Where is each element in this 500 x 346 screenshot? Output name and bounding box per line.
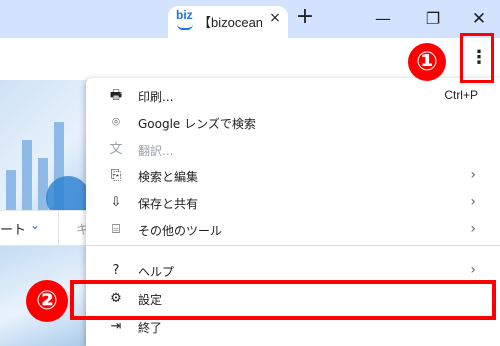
menu-item-more-tools[interactable]: ⌸ その他のツール › — [86, 217, 500, 243]
menu-item-translate[interactable]: 文 翻訳... — [86, 137, 500, 163]
menu-item-label: 保存と共有 — [138, 197, 199, 211]
chevron-right-icon: › — [470, 167, 476, 183]
translate-icon: 文 — [109, 142, 123, 157]
menu-item-print[interactable]: 🖶 印刷... Ctrl+P — [86, 83, 500, 109]
tab-close-icon[interactable]: × — [266, 9, 284, 27]
chevron-right-icon: › — [470, 262, 476, 278]
chevron-down-icon[interactable]: ⌄ — [30, 218, 40, 232]
menu-item-label: 検索と編集 — [138, 170, 199, 184]
step-2-badge: ② — [26, 280, 68, 322]
help-icon: ? — [112, 263, 120, 278]
settings-highlight-box — [70, 280, 496, 320]
nav-item-template[interactable]: ート — [0, 219, 26, 238]
favicon-text: biz — [176, 8, 193, 22]
menu-item-label: 印刷... — [138, 90, 174, 104]
maximize-button[interactable]: ❐ — [418, 5, 448, 33]
tab-title: 【bizocean — [198, 15, 262, 30]
google-lens-icon: ⌾ — [112, 115, 120, 130]
more-options-icon[interactable]: ⋮ — [470, 47, 488, 69]
toolbox-icon: ⌸ — [112, 222, 120, 237]
browser-tab[interactable]: biz 【bizocean × — [168, 6, 288, 38]
menu-item-label: ヘルプ — [138, 265, 175, 279]
menu-item-find-edit[interactable]: ⎘ 検索と編集 › — [86, 163, 500, 189]
printer-icon: 🖶 — [109, 88, 123, 103]
menu-item-label: 終了 — [138, 321, 163, 335]
menu-item-save-share[interactable]: ⇩ 保存と共有 › — [86, 190, 500, 216]
menu-item-label: 翻訳... — [138, 144, 174, 158]
site-nav: ート ⌄ キ — [0, 210, 90, 246]
close-window-button[interactable]: ✕ — [464, 5, 494, 33]
menu-item-label: Google レンズで検索 — [138, 117, 256, 131]
step-1-badge: ① — [408, 43, 446, 81]
save-share-icon: ⇩ — [110, 195, 122, 210]
chevron-right-icon: › — [470, 221, 476, 237]
new-tab-button[interactable]: + — [294, 6, 316, 28]
menu-item-google-lens[interactable]: ⌾ Google レンズで検索 — [86, 110, 500, 136]
menu-item-label: その他のツール — [138, 224, 223, 238]
favicon-icon: biz — [176, 8, 196, 32]
shortcut-label: Ctrl+P — [444, 88, 478, 102]
hero-image — [0, 80, 90, 220]
exit-icon: ⇥ — [110, 319, 122, 334]
title-bar: biz 【bizocean × + — ❐ ✕ — [0, 0, 500, 38]
chevron-right-icon: › — [470, 194, 476, 210]
find-edit-icon: ⎘ — [110, 168, 122, 183]
minimize-button[interactable]: — — [368, 5, 398, 33]
menu-divider — [86, 245, 500, 246]
